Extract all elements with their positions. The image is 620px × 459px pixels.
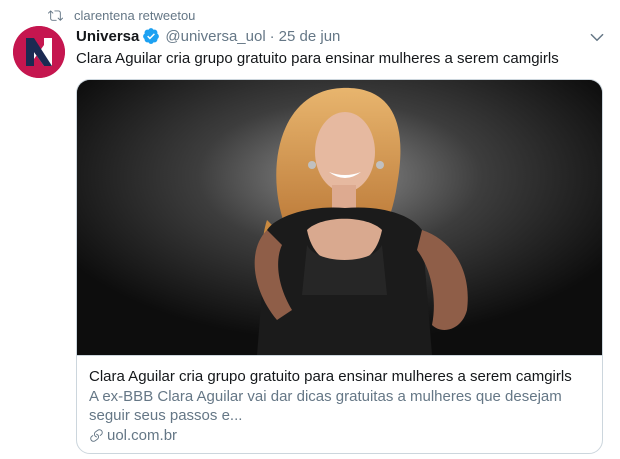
tweet-text: Clara Aguilar cria grupo gratuito para e… xyxy=(76,50,559,67)
chevron-down-icon xyxy=(590,33,604,42)
card-photo[interactable] xyxy=(77,80,602,355)
link-card[interactable]: Clara Aguilar cria grupo gratuito para e… xyxy=(76,79,603,454)
card-description: A ex-BBB Clara Aguilar vai dar dicas gra… xyxy=(89,388,562,424)
universa-logo-icon xyxy=(13,26,65,78)
card-body[interactable]: Clara Aguilar cria grupo gratuito para e… xyxy=(77,355,602,453)
retweet-icon xyxy=(48,9,63,21)
tweet[interactable]: clarentena retweetou Universa @universa_… xyxy=(0,0,620,459)
verified-badge-icon xyxy=(142,27,160,45)
retweet-text[interactable]: clarentena retweetou xyxy=(74,8,195,23)
link-icon xyxy=(90,429,103,442)
tweet-header: Universa @universa_uol · 25 de jun xyxy=(76,27,340,45)
card-domain-text: uol.com.br xyxy=(107,427,178,444)
card-domain: uol.com.br xyxy=(89,426,590,445)
separator-dot: · xyxy=(269,27,275,45)
handle[interactable]: @universa_uol xyxy=(165,28,265,45)
avatar[interactable] xyxy=(13,26,65,78)
retweet-context: clarentena retweetou xyxy=(48,6,195,24)
tweet-menu-button[interactable] xyxy=(588,28,606,46)
tweet-date[interactable]: 25 de jun xyxy=(279,28,341,45)
photo-illustration xyxy=(77,80,602,355)
card-title: Clara Aguilar cria grupo gratuito para e… xyxy=(89,368,572,385)
display-name[interactable]: Universa xyxy=(76,28,139,45)
